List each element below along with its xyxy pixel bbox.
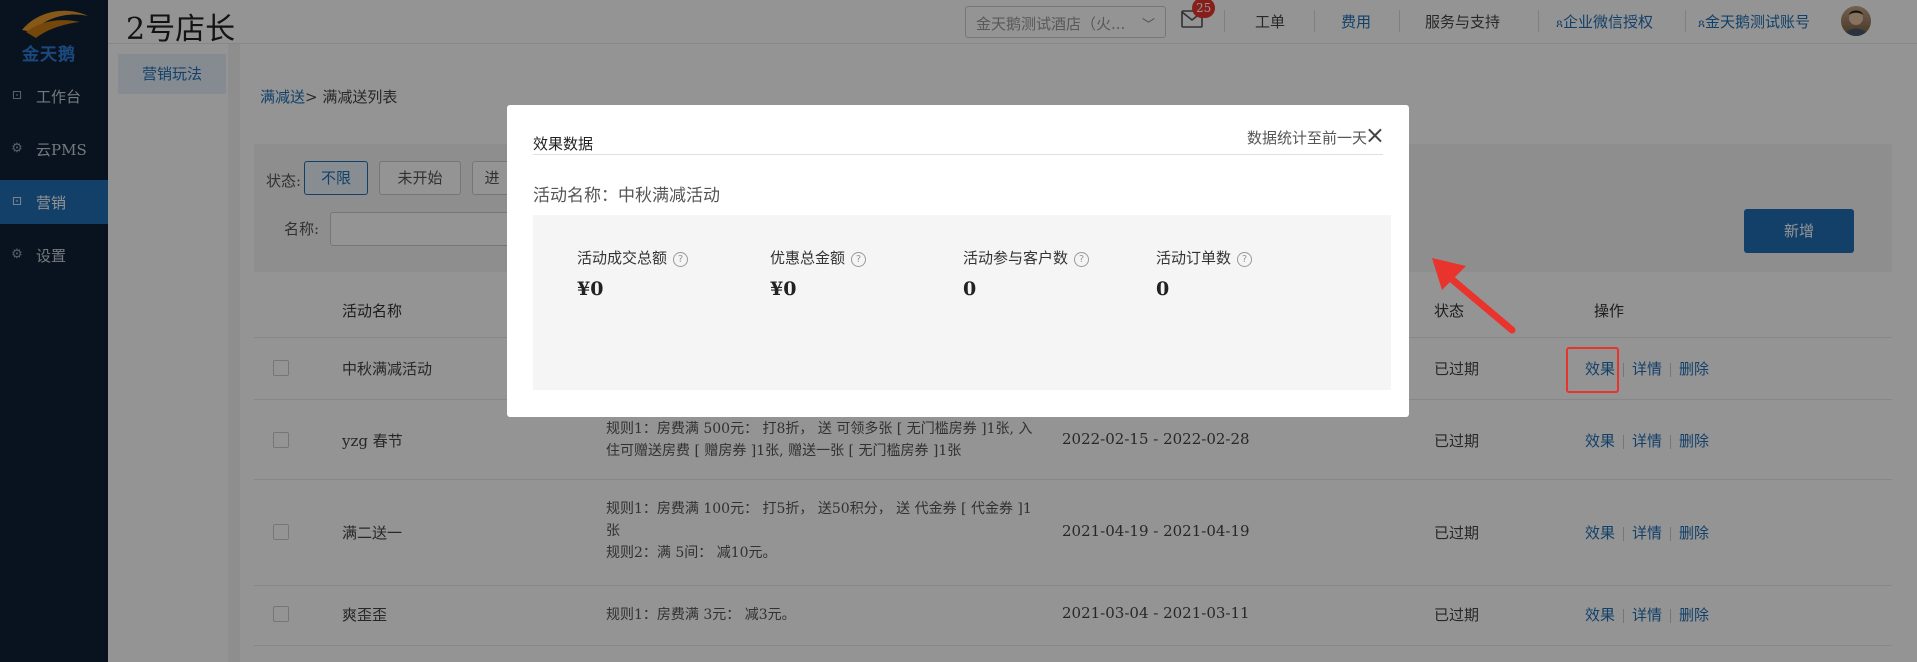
modal-note: 数据统计至前一天 [1246,129,1367,147]
question-icon[interactable]: ? [673,252,689,267]
stat-label: 活动成交总额 [577,249,668,267]
red-arrow-icon [1432,258,1516,334]
stat-total-discount: 优惠总金额? ¥0 [770,247,867,300]
stat-value: 0 [963,278,977,300]
question-icon[interactable]: ? [851,252,867,267]
question-icon[interactable]: ? [1237,252,1253,267]
stat-value: ¥0 [577,278,604,300]
stats-panel: 活动成交总额? ¥0 优惠总金额? ¥0 活动参与客户数? 0 活动订单数? 0 [533,215,1391,390]
modal-divider [533,154,1383,155]
stat-label: 活动参与客户数 [963,249,1069,267]
question-icon[interactable]: ? [1074,252,1090,267]
stat-label: 优惠总金额 [770,249,846,267]
modal-title: 效果数据 [533,135,594,153]
effect-data-modal: 效果数据 数据统计至前一天 × 活动名称：中秋满减活动 活动成交总额? ¥0 优… [507,105,1409,417]
stat-label: 活动订单数 [1156,249,1232,267]
stat-value: 0 [1156,278,1170,300]
stat-total-sales: 活动成交总额? ¥0 [577,247,689,300]
stat-value: ¥0 [770,278,797,300]
highlight-box [1566,347,1619,393]
modal-activity-name: 活动名称：中秋满减活动 [533,186,720,206]
stat-participants: 活动参与客户数? 0 [963,247,1090,300]
close-icon[interactable]: × [1365,121,1385,149]
stat-order-count: 活动订单数? 0 [1156,247,1253,300]
